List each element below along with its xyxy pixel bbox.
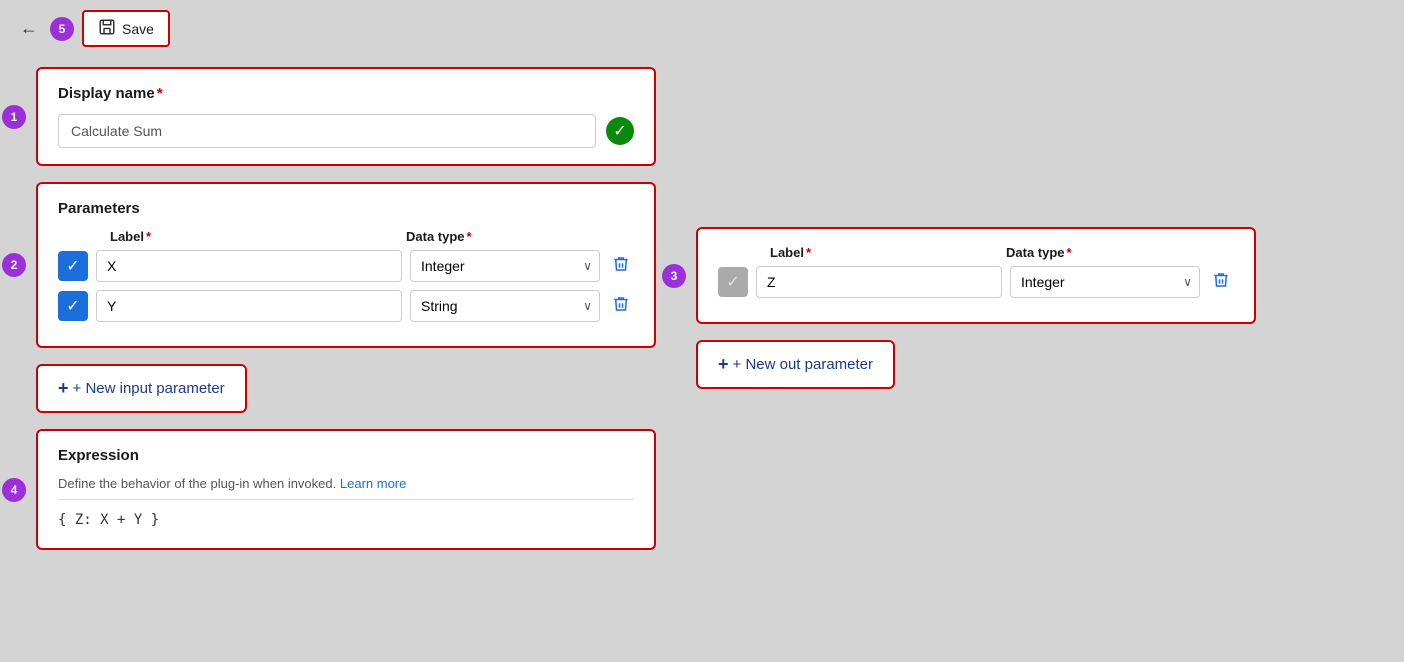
param-x-label-input[interactable]: [96, 250, 402, 282]
expression-title: Expression: [58, 447, 634, 464]
out-param-header-row: Label* Data type*: [718, 245, 1234, 266]
out-datatype-column-header: Data type*: [1006, 245, 1196, 260]
param-y-type-wrapper: Integer String Boolean ∨: [410, 290, 600, 322]
trash-icon: [1212, 271, 1230, 294]
main-content: 1 Display name* ✓ 2 Parameters Label*: [0, 57, 1404, 560]
out-param-z-type-select[interactable]: Integer String Boolean: [1010, 266, 1200, 298]
param-x-checkbox[interactable]: ✓: [58, 251, 88, 281]
param-y-type-select[interactable]: Integer String Boolean: [410, 290, 600, 322]
check-icon: ✓: [66, 256, 79, 276]
display-name-row: ✓: [58, 114, 634, 148]
param-row-x: ✓ Integer String Boolean ∨: [58, 250, 634, 282]
trash-icon: [612, 295, 630, 318]
param-x-delete-button[interactable]: [608, 251, 634, 282]
step-3-badge: 3: [662, 264, 686, 288]
param-x-type-wrapper: Integer String Boolean ∨: [410, 250, 600, 282]
out-param-z-delete-button[interactable]: [1208, 267, 1234, 298]
param-row-y: ✓ Integer String Boolean ∨: [58, 290, 634, 322]
parameters-panel: 2 Parameters Label* Data type* ✓: [36, 182, 656, 348]
toolbar: ← 5 Save: [0, 0, 1404, 57]
display-name-title: Display name*: [58, 85, 634, 102]
plus-icon: +: [58, 378, 69, 399]
param-y-delete-button[interactable]: [608, 291, 634, 322]
learn-more-link[interactable]: Learn more: [340, 476, 406, 491]
new-input-parameter-label: + New input parameter: [73, 380, 225, 397]
display-name-input[interactable]: [58, 114, 596, 148]
expression-panel: 4 Expression Define the behavior of the …: [36, 429, 656, 550]
datatype-column-header: Data type*: [406, 229, 596, 244]
trash-icon: [612, 255, 630, 278]
expression-code: { Z: X + Y }: [58, 508, 634, 532]
save-label: Save: [122, 21, 154, 37]
back-button[interactable]: ←: [16, 14, 42, 43]
new-out-parameter-label: + New out parameter: [733, 356, 874, 373]
parameters-title: Parameters: [58, 200, 634, 217]
out-label-column-header: Label*: [762, 245, 998, 260]
display-name-panel: 1 Display name* ✓: [36, 67, 656, 166]
expression-description: Define the behavior of the plug-in when …: [58, 476, 634, 491]
out-param-z-label-input[interactable]: [756, 266, 1002, 298]
step-1-badge: 1: [2, 105, 26, 129]
expression-divider: [58, 499, 634, 500]
label-column-header: Label*: [102, 229, 398, 244]
new-out-parameter-button[interactable]: + + New out parameter: [696, 340, 895, 389]
param-header-row: Label* Data type*: [58, 229, 634, 250]
param-y-label-input[interactable]: [96, 290, 402, 322]
save-button[interactable]: Save: [82, 10, 170, 47]
step-4-badge: 4: [2, 478, 26, 502]
check-icon: ✓: [726, 272, 739, 292]
new-input-parameter-button[interactable]: + + New input parameter: [36, 364, 247, 413]
plus-icon-out: +: [718, 354, 729, 375]
valid-check-icon: ✓: [606, 117, 634, 145]
out-param-row-z: ✓ Integer String Boolean ∨: [718, 266, 1234, 298]
param-y-checkbox[interactable]: ✓: [58, 291, 88, 321]
back-icon: ←: [20, 18, 38, 39]
right-column: 3 Label* Data type* ✓: [696, 67, 1368, 550]
step-5-badge: 5: [50, 17, 74, 41]
out-parameters-panel: 3 Label* Data type* ✓: [696, 227, 1256, 324]
out-param-z-type-wrapper: Integer String Boolean ∨: [1010, 266, 1200, 298]
param-x-type-select[interactable]: Integer String Boolean: [410, 250, 600, 282]
out-param-z-checkbox[interactable]: ✓: [718, 267, 748, 297]
step-2-badge: 2: [2, 253, 26, 277]
save-icon: [98, 18, 116, 39]
check-icon: ✓: [66, 296, 79, 316]
left-column: 1 Display name* ✓ 2 Parameters Label*: [36, 67, 656, 550]
